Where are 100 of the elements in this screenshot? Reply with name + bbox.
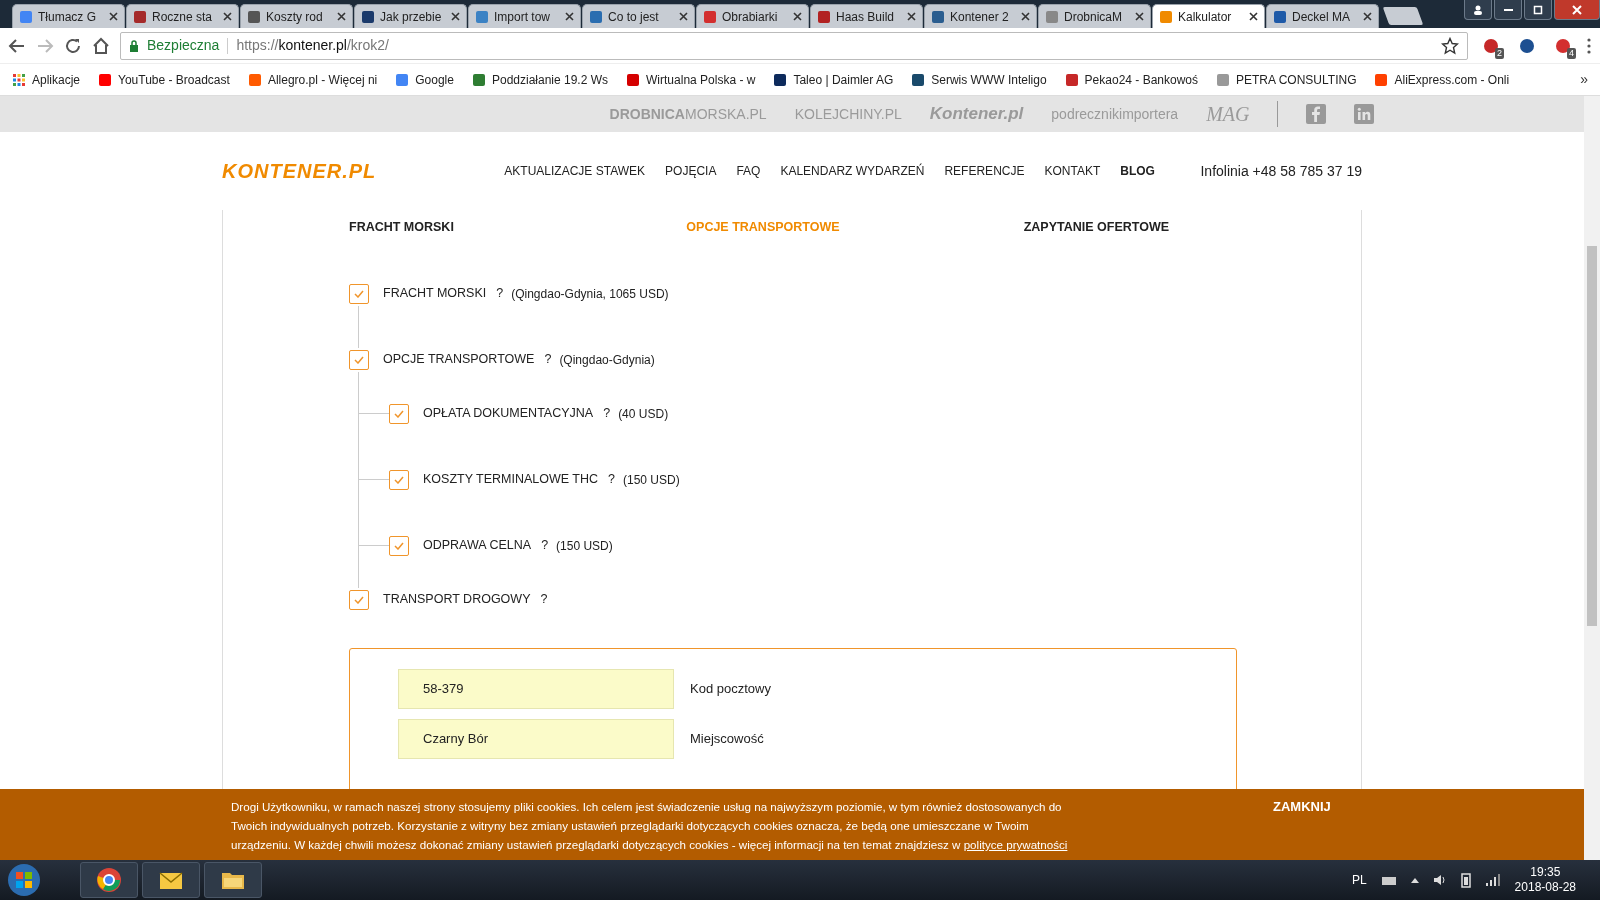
browser-tab[interactable]: Koszty rod: [240, 4, 353, 28]
checkbox[interactable]: [389, 403, 409, 424]
extension-icon: [1555, 37, 1571, 54]
browser-tab[interactable]: Kontener 2: [924, 4, 1037, 28]
browser-tab[interactable]: Co to jest: [582, 4, 695, 28]
language-indicator[interactable]: PL: [1351, 871, 1367, 889]
close-icon[interactable]: [1021, 12, 1030, 21]
user-button[interactable]: [1464, 0, 1492, 20]
help-link[interactable]: ?: [608, 470, 615, 490]
menu-icon[interactable]: [1586, 36, 1592, 55]
checkbox[interactable]: [389, 469, 409, 490]
checkbox[interactable]: [349, 349, 369, 370]
keyboard-icon[interactable]: [1380, 874, 1397, 886]
browser-tab[interactable]: Obrabiarki: [696, 4, 809, 28]
bookmark[interactable]: Google: [395, 70, 454, 89]
close-icon[interactable]: [1135, 12, 1144, 21]
speaker-icon[interactable]: [1432, 873, 1447, 887]
site-icon: [395, 72, 410, 87]
help-link[interactable]: ?: [544, 350, 552, 370]
site-icon: [589, 9, 603, 24]
bookmark[interactable]: Wirtualna Polska - w: [626, 70, 756, 89]
browser-tab[interactable]: Tłumacz G: [12, 4, 125, 28]
caret-icon[interactable]: [1410, 877, 1419, 883]
taskbar-button[interactable]: [142, 862, 200, 898]
option-label: OPCJE TRANSPORTOWE: [383, 351, 535, 369]
nav-link[interactable]: POJĘCIA: [665, 162, 717, 180]
bookmark[interactable]: PETRA CONSULTING: [1216, 70, 1357, 89]
input-field[interactable]: Czarny Bór: [398, 718, 674, 759]
close-icon[interactable]: [109, 12, 118, 21]
cookie-text: Drogi Użytkowniku, w ramach naszej strony stosujemy pliki cookies. Ich celem jest świadczenie usług na najwyższym poziomie, w tym również dostosowanych do Twoich indywidualnych potrzeb. Korzystanie z witryny bez zmiany ustawień przeglądarki dotyczących cookies oznacza, że będą one umieszczane w Twoim urządzeniu. W każdej chwili możesz dokonać zmiany ustawień przeglądarki dotyczących cookies - więcej informacji na ten temat znajdziesz w polityce prywatności: [231, 799, 1069, 853]
help-link[interactable]: ?: [496, 284, 504, 304]
clock-time: 19:35: [1529, 865, 1562, 880]
site-icon: [247, 72, 262, 87]
close-icon[interactable]: [451, 12, 460, 21]
privacy-link[interactable]: polityce prywatności: [963, 838, 1068, 851]
close-icon[interactable]: [565, 12, 574, 21]
browser-tab[interactable]: Import tow: [468, 4, 581, 28]
close-icon[interactable]: [907, 12, 916, 21]
browser-tab[interactable]: Roczne sta: [126, 4, 239, 28]
browser-tab[interactable]: Deckel MA: [1266, 4, 1379, 28]
back-icon[interactable]: [8, 36, 26, 55]
bookmark[interactable]: Poddziałanie 19.2 Ws: [471, 70, 609, 89]
nav-link[interactable]: REFERENCJE: [944, 162, 1025, 180]
step-tab[interactable]: FRACHT MORSKI: [349, 218, 687, 237]
site-icon: [626, 72, 641, 87]
more-bookmarks-button[interactable]: »: [1580, 69, 1588, 90]
minimize-button[interactable]: [1494, 0, 1522, 20]
extension-button[interactable]: 4: [1550, 32, 1576, 59]
step-tab[interactable]: ZAPYTANIE OFERTOWE: [1023, 218, 1361, 237]
help-link[interactable]: ?: [541, 536, 549, 556]
battery-icon[interactable]: [1460, 872, 1471, 888]
home-icon[interactable]: [92, 36, 110, 55]
site-icon: [361, 9, 375, 24]
site-icon: [1216, 72, 1230, 87]
bookmark[interactable]: Taleo | Daimler AG: [773, 70, 894, 89]
nav-link[interactable]: AKTUALIZACJE STAWEK: [504, 162, 646, 180]
close-button[interactable]: [1554, 0, 1600, 20]
taskbar-button[interactable]: [204, 862, 262, 898]
bookmark[interactable]: AliExpress.com - Onli: [1374, 70, 1510, 89]
close-icon[interactable]: [337, 12, 346, 21]
browser-tab[interactable]: Jak przebie: [354, 4, 467, 28]
bookmark[interactable]: Serwis WWW Inteligo: [911, 70, 1047, 89]
address-bar[interactable]: Bezpieczna https://kontener.pl/krok2/: [120, 31, 1468, 60]
browser-tab[interactable]: DrobnicaM: [1038, 4, 1151, 28]
close-button[interactable]: ZAMKNIJ: [1273, 797, 1331, 817]
close-icon: [1572, 4, 1582, 15]
nav-link[interactable]: FAQ: [736, 162, 761, 180]
close-icon[interactable]: [793, 12, 802, 21]
site-icon: [703, 9, 717, 24]
checkbox[interactable]: [349, 283, 369, 304]
bookmark[interactable]: Aplikacje: [12, 70, 81, 89]
extension-button[interactable]: 2: [1478, 32, 1504, 59]
scrollbar[interactable]: [1584, 96, 1600, 860]
nav-link[interactable]: BLOG: [1120, 162, 1155, 180]
browser-tab[interactable]: Haas Build: [810, 4, 923, 28]
close-icon[interactable]: [223, 12, 232, 21]
check-icon: [354, 595, 364, 604]
input-field[interactable]: 58-379: [398, 668, 674, 709]
close-icon[interactable]: [1363, 12, 1372, 21]
signal-icon[interactable]: [1484, 874, 1501, 886]
nav-link[interactable]: KONTAKT: [1044, 162, 1101, 180]
check-icon: [394, 541, 404, 550]
checkbox[interactable]: [389, 535, 409, 556]
bookmark[interactable]: YouTube - Broadcast: [98, 70, 230, 89]
taskbar-button[interactable]: [80, 862, 138, 898]
bookmark[interactable]: Pekao24 - Bankowoś: [1064, 70, 1198, 89]
maximize-button[interactable]: [1524, 0, 1552, 20]
browser-tab[interactable]: Kalkulator: [1152, 4, 1265, 28]
nav-link[interactable]: KALENDARZ WYDARZEŃ: [780, 162, 925, 180]
start-button-icon[interactable]: [6, 862, 42, 898]
bookmark[interactable]: Allegro.pl - Więcej ni: [247, 70, 378, 89]
close-icon[interactable]: [679, 12, 688, 21]
site-icon: [471, 72, 486, 87]
new-tab-button[interactable]: [1382, 7, 1424, 25]
help-link[interactable]: ?: [603, 404, 611, 424]
close-icon[interactable]: [1249, 12, 1258, 21]
reload-icon[interactable]: [64, 36, 82, 55]
checkbox[interactable]: [349, 589, 369, 610]
star-icon[interactable]: [1441, 36, 1459, 55]
help-link[interactable]: ?: [540, 590, 548, 610]
